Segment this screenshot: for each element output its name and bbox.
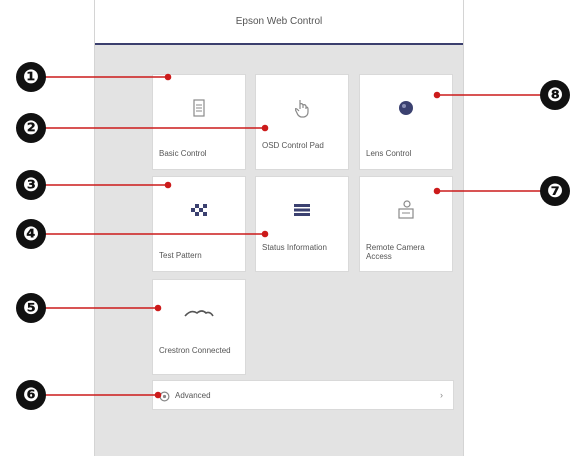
callout-leader-lines	[40, 73, 545, 399]
callout-2: ❷	[16, 113, 46, 143]
callout-1: ❶	[16, 62, 46, 92]
callout-5: ❺	[16, 293, 46, 323]
callout-3: ❸	[16, 170, 46, 200]
callout-8: ❽	[540, 80, 570, 110]
callout-7: ❼	[540, 176, 570, 206]
callout-4: ❹	[16, 219, 46, 249]
callout-6: ❻	[16, 380, 46, 410]
